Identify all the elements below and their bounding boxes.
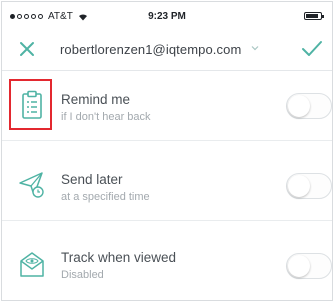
compose-header: robertlorenzen1@iqtempo.com [2, 30, 332, 71]
paper-plane-clock-icon [18, 167, 46, 201]
option-send-later[interactable]: Send later at a specified time [2, 151, 332, 221]
app-screen: AT&T 9:23 PM robertlorenzen1@iqtempo.com [1, 1, 333, 301]
envelope-eye-icon [18, 247, 46, 281]
remind-me-toggle[interactable] [286, 93, 332, 119]
option-title: Send later [61, 172, 123, 187]
account-email: robertlorenzen1@iqtempo.com [60, 42, 241, 57]
account-selector[interactable]: robertlorenzen1@iqtempo.com [60, 42, 259, 57]
battery-icon [304, 12, 322, 20]
option-subtitle: at a specified time [61, 191, 150, 203]
chevron-down-icon [251, 44, 259, 52]
option-subtitle: if I don't hear back [61, 111, 151, 123]
status-time: 9:23 PM [2, 11, 332, 22]
send-later-toggle[interactable] [286, 173, 332, 199]
status-bar: AT&T 9:23 PM [2, 2, 332, 30]
checkmark-icon[interactable] [300, 38, 324, 60]
track-when-viewed-toggle[interactable] [286, 253, 332, 279]
option-subtitle: Disabled [61, 269, 104, 281]
close-icon[interactable] [16, 38, 38, 60]
option-title: Track when viewed [61, 250, 176, 265]
highlight-box [9, 79, 52, 130]
option-title: Remind me [61, 92, 130, 107]
option-track-when-viewed[interactable]: Track when viewed Disabled [2, 231, 332, 301]
